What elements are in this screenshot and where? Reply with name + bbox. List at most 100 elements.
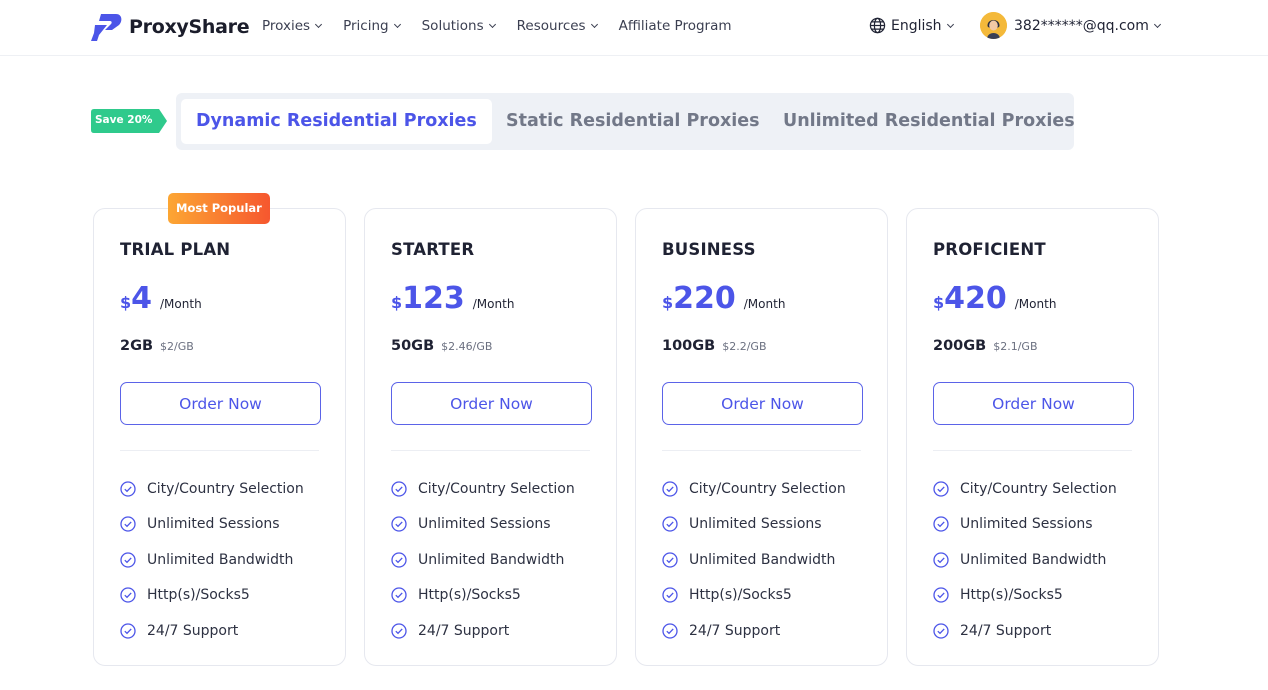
plan-price: $ 123 /Month bbox=[391, 282, 514, 316]
feature-item: Http(s)/Socks5 bbox=[120, 578, 304, 614]
feature-label: Unlimited Bandwidth bbox=[960, 551, 1107, 568]
logo[interactable]: ProxyShare bbox=[90, 12, 250, 42]
data-amount: 200GB bbox=[933, 338, 987, 354]
price-per-gb: $2/GB bbox=[160, 340, 194, 353]
language-label: English bbox=[891, 17, 942, 34]
check-circle-icon bbox=[933, 587, 949, 603]
feature-label: Unlimited Sessions bbox=[960, 516, 1093, 533]
feature-item: Unlimited Bandwidth bbox=[933, 542, 1117, 578]
feature-label: 24/7 Support bbox=[418, 622, 510, 639]
check-circle-icon bbox=[120, 552, 136, 568]
plan-price: $ 220 /Month bbox=[662, 282, 785, 316]
language-selector[interactable]: English bbox=[869, 17, 954, 34]
plan-name: BUSINESS bbox=[662, 240, 756, 259]
plan-type-tabs: Dynamic Residential Proxies Static Resid… bbox=[176, 93, 1075, 150]
most-popular-badge: Most Popular bbox=[168, 193, 270, 224]
divider bbox=[933, 450, 1132, 451]
account-menu[interactable]: 382******@qq.com bbox=[980, 12, 1161, 39]
chevron-down-icon bbox=[946, 20, 954, 28]
plan-name: STARTER bbox=[391, 240, 475, 259]
feature-item: Http(s)/Socks5 bbox=[662, 578, 846, 614]
top-nav: ProxyShare Proxies Pricing Solutions Res… bbox=[0, 0, 1268, 56]
check-circle-icon bbox=[120, 623, 136, 639]
data-amount: 2GB bbox=[120, 338, 154, 354]
chevron-down-icon bbox=[590, 20, 598, 29]
feature-label: 24/7 Support bbox=[689, 622, 781, 639]
price-amount: 123 bbox=[402, 281, 465, 316]
proxyshare-logo-icon bbox=[91, 14, 122, 41]
check-circle-icon bbox=[120, 516, 136, 532]
feature-item: Http(s)/Socks5 bbox=[391, 578, 575, 614]
menu-item-label: Resources bbox=[516, 18, 586, 34]
order-now-button[interactable]: Order Now bbox=[391, 382, 592, 425]
chevron-down-icon bbox=[393, 20, 401, 29]
plan-data: 50GB $2.46/GB bbox=[391, 338, 492, 354]
plan-data: 200GB $2.1/GB bbox=[933, 338, 1038, 354]
plan-data: 100GB $2.2/GB bbox=[662, 338, 767, 354]
feature-list: City/Country Selection Unlimited Session… bbox=[391, 471, 575, 649]
plan-card-business: BUSINESS $ 220 /Month 100GB $2.2/GB Orde… bbox=[635, 208, 888, 666]
check-circle-icon bbox=[662, 552, 678, 568]
price-period: /Month bbox=[1014, 297, 1057, 311]
price-per-gb: $2.2/GB bbox=[722, 340, 767, 353]
account-email: 382******@qq.com bbox=[1014, 17, 1149, 34]
plan-card-proficient: PROFICIENT $ 420 /Month 200GB $2.1/GB Or… bbox=[906, 208, 1159, 666]
price-amount: 220 bbox=[673, 281, 736, 316]
price-per-gb: $2.1/GB bbox=[993, 340, 1038, 353]
feature-item: City/Country Selection bbox=[662, 471, 846, 507]
feature-item: Http(s)/Socks5 bbox=[933, 578, 1117, 614]
brand-name: ProxyShare bbox=[129, 16, 250, 38]
feature-item: Unlimited Sessions bbox=[662, 507, 846, 543]
menu-item-resources[interactable]: Resources bbox=[516, 18, 598, 34]
feature-item: Unlimited Sessions bbox=[120, 507, 304, 543]
order-now-button[interactable]: Order Now bbox=[933, 382, 1134, 425]
feature-label: City/Country Selection bbox=[147, 480, 304, 497]
feature-list: City/Country Selection Unlimited Session… bbox=[662, 471, 846, 649]
chevron-down-icon bbox=[315, 20, 323, 29]
order-now-button[interactable]: Order Now bbox=[120, 382, 321, 425]
price-currency: $ bbox=[662, 293, 674, 312]
feature-label: City/Country Selection bbox=[689, 480, 846, 497]
menu-item-pricing[interactable]: Pricing bbox=[343, 18, 401, 34]
feature-item: 24/7 Support bbox=[391, 613, 575, 649]
plan-card-starter: STARTER $ 123 /Month 50GB $2.46/GB Order… bbox=[364, 208, 617, 666]
plan-price: $ 420 /Month bbox=[933, 282, 1056, 316]
menu-item-affiliate-program[interactable]: Affiliate Program bbox=[619, 18, 732, 34]
price-amount: 4 bbox=[131, 281, 153, 316]
feature-label: Unlimited Bandwidth bbox=[147, 551, 294, 568]
check-circle-icon bbox=[391, 481, 407, 497]
price-amount: 420 bbox=[944, 281, 1007, 316]
feature-item: 24/7 Support bbox=[933, 613, 1117, 649]
main-menu: Proxies Pricing Solutions Resources Affi… bbox=[262, 18, 754, 34]
data-amount: 50GB bbox=[391, 338, 435, 354]
feature-label: Unlimited Sessions bbox=[689, 516, 822, 533]
feature-item: 24/7 Support bbox=[662, 613, 846, 649]
check-circle-icon bbox=[662, 516, 678, 532]
feature-item: City/Country Selection bbox=[391, 471, 575, 507]
menu-item-solutions[interactable]: Solutions bbox=[422, 18, 496, 34]
chevron-down-icon bbox=[1153, 20, 1161, 28]
check-circle-icon bbox=[120, 481, 136, 497]
check-circle-icon bbox=[933, 623, 949, 639]
check-circle-icon bbox=[391, 623, 407, 639]
price-currency: $ bbox=[120, 293, 132, 312]
menu-item-proxies[interactable]: Proxies bbox=[262, 18, 323, 34]
tab-static-residential-proxies[interactable]: Static Residential Proxies bbox=[506, 99, 760, 144]
globe-icon bbox=[869, 17, 886, 34]
save-badge-label: Save 20% bbox=[95, 114, 153, 126]
tab-unlimited-residential-proxies[interactable]: Unlimited Residential Proxies bbox=[783, 99, 1075, 144]
check-circle-icon bbox=[662, 587, 678, 603]
order-now-button[interactable]: Order Now bbox=[662, 382, 863, 425]
divider bbox=[120, 450, 319, 451]
check-circle-icon bbox=[933, 481, 949, 497]
check-circle-icon bbox=[662, 623, 678, 639]
feature-label: Http(s)/Socks5 bbox=[418, 587, 521, 604]
feature-label: 24/7 Support bbox=[147, 622, 239, 639]
price-currency: $ bbox=[933, 293, 945, 312]
check-circle-icon bbox=[391, 516, 407, 532]
price-period: /Month bbox=[160, 297, 202, 311]
tab-dynamic-residential-proxies[interactable]: Dynamic Residential Proxies bbox=[181, 99, 492, 144]
feature-item: Unlimited Bandwidth bbox=[662, 542, 846, 578]
feature-label: City/Country Selection bbox=[418, 480, 575, 497]
check-circle-icon bbox=[933, 552, 949, 568]
